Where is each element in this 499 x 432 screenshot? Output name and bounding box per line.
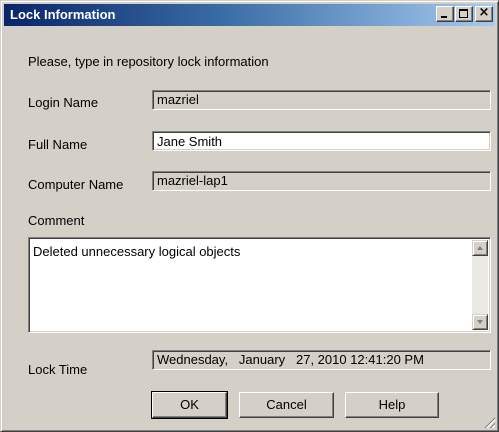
computer-name-label: Computer Name [28, 177, 124, 192]
login-name-label: Login Name [28, 95, 99, 110]
arrow-down-icon [477, 320, 483, 324]
maximize-icon [459, 9, 468, 18]
help-button[interactable]: Help [345, 392, 439, 418]
close-button[interactable]: × [475, 5, 493, 22]
lock-information-dialog: Lock Information × Please, type in repos… [0, 0, 499, 432]
title-bar[interactable]: Lock Information × [4, 4, 495, 26]
resize-grip-icon[interactable] [483, 416, 495, 428]
scroll-up-button[interactable] [472, 240, 488, 256]
full-name-input[interactable] [152, 131, 491, 151]
lock-time-label: Lock Time [28, 362, 88, 377]
comment-label: Comment [28, 213, 85, 228]
full-name-label: Full Name [28, 137, 88, 152]
login-name-field: mazriel [152, 90, 491, 110]
ok-button[interactable]: OK [151, 391, 228, 419]
scroll-down-button[interactable] [472, 314, 488, 330]
cancel-button[interactable]: Cancel [239, 392, 334, 418]
window-title: Lock Information [10, 7, 116, 22]
minimize-icon [441, 16, 447, 18]
comment-scrollbar[interactable] [472, 240, 488, 330]
close-icon: × [478, 5, 490, 20]
title-bar-buttons: × [435, 5, 493, 22]
instruction-text: Please, type in repository lock informat… [28, 54, 269, 69]
arrow-up-icon [477, 246, 483, 250]
comment-textarea[interactable]: Deleted unnecessary logical objects [28, 237, 491, 333]
computer-name-field: mazriel-lap1 [152, 171, 491, 191]
lock-time-field: Wednesday, January 27, 2010 12:41:20 PM [152, 350, 491, 370]
maximize-button[interactable] [455, 6, 473, 22]
minimize-button[interactable] [436, 6, 454, 22]
comment-text: Deleted unnecessary logical objects [33, 244, 241, 259]
